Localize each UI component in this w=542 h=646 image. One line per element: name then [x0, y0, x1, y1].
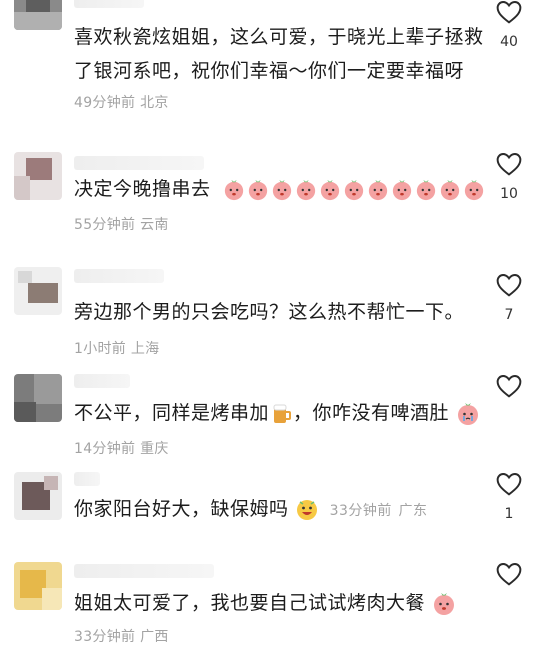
avatar[interactable] — [14, 0, 62, 30]
peach-face-icon — [296, 179, 316, 200]
heart-icon — [496, 153, 522, 176]
comment-meta: 49分钟前 北京 — [74, 92, 169, 112]
username-blurred[interactable] — [74, 269, 164, 283]
avatar[interactable] — [14, 152, 62, 200]
username-blurred[interactable] — [74, 156, 204, 170]
comment-location: 上海 — [130, 341, 160, 357]
comment-meta: 1小时前 上海 — [74, 338, 159, 358]
like-count: 1 — [504, 506, 514, 522]
comment-meta: 55分钟前 云南 — [74, 214, 169, 234]
comment-time: 1小时前 — [74, 341, 127, 357]
comment-text: 决定今晚撸串去 — [74, 172, 494, 206]
peach-face-icon — [416, 179, 436, 200]
username-blurred[interactable] — [74, 0, 144, 8]
comment-location: 广东 — [398, 503, 428, 519]
like-button[interactable]: 7 — [494, 273, 524, 323]
avatar[interactable] — [14, 562, 62, 610]
peach-face-icon — [392, 179, 412, 200]
avatar[interactable] — [14, 472, 62, 520]
crying-peach-icon — [457, 402, 478, 425]
peach-face-icon — [368, 179, 388, 200]
username-blurred[interactable] — [74, 564, 214, 578]
comment-location: 重庆 — [140, 441, 169, 457]
heart-icon — [496, 1, 522, 24]
like-count: 10 — [500, 186, 518, 202]
grinning-face-icon — [297, 499, 318, 520]
heart-icon — [496, 563, 522, 586]
comment-time: 33分钟前 — [329, 503, 392, 519]
comment-time: 49分钟前 — [74, 95, 136, 111]
peach-face-icon — [248, 179, 268, 200]
comment-meta: 14分钟前 重庆 — [74, 438, 169, 458]
peach-face-icon — [272, 179, 292, 200]
like-count: 7 — [504, 307, 514, 323]
avatar[interactable] — [14, 374, 62, 422]
comment-text: 你家阳台好大，缺保姆吗 33分钟前 广东 — [74, 498, 428, 520]
peach-face-icon — [464, 179, 484, 200]
emoji-row — [223, 179, 485, 201]
like-count: 40 — [500, 34, 518, 50]
like-button[interactable] — [494, 562, 524, 596]
peach-face-icon — [344, 179, 364, 200]
comment-location: 云南 — [140, 217, 169, 233]
like-button[interactable] — [494, 374, 524, 408]
comment-text: 姐姐太可爱了，我也要自己试试烤肉大餐 — [74, 586, 494, 620]
avatar[interactable] — [14, 267, 62, 315]
comment-time: 33分钟前 — [74, 629, 136, 645]
peach-face-icon — [433, 592, 454, 615]
like-button[interactable]: 40 — [494, 0, 524, 50]
heart-icon — [496, 375, 522, 398]
peach-face-icon — [440, 179, 460, 200]
peach-face-icon — [320, 179, 340, 200]
comment-time: 14分钟前 — [74, 441, 136, 457]
peach-face-icon — [224, 179, 244, 200]
comment-text: 喜欢秋瓷炫姐姐，这么可爱，于晓光上辈子拯救了银河系吧，祝你们幸福～你们一定要幸福… — [74, 26, 484, 82]
comment-meta: 33分钟前 广西 — [74, 626, 169, 646]
like-button[interactable]: 10 — [494, 152, 524, 202]
comment-location: 北京 — [140, 95, 169, 111]
comment-time: 55分钟前 — [74, 217, 136, 233]
like-button[interactable]: 1 — [494, 472, 524, 522]
heart-icon — [496, 274, 522, 297]
username-blurred[interactable] — [74, 374, 130, 388]
heart-icon — [496, 473, 522, 496]
comment-text: 不公平，同样是烤串加 ，你咋没有啤酒肚 — [74, 396, 494, 430]
comment-text: 旁边那个男的只会吃吗？这么热不帮忙一下。 — [74, 301, 465, 323]
username-blurred[interactable] — [74, 472, 100, 486]
comment-location: 广西 — [140, 629, 169, 645]
beer-icon — [273, 404, 292, 423]
